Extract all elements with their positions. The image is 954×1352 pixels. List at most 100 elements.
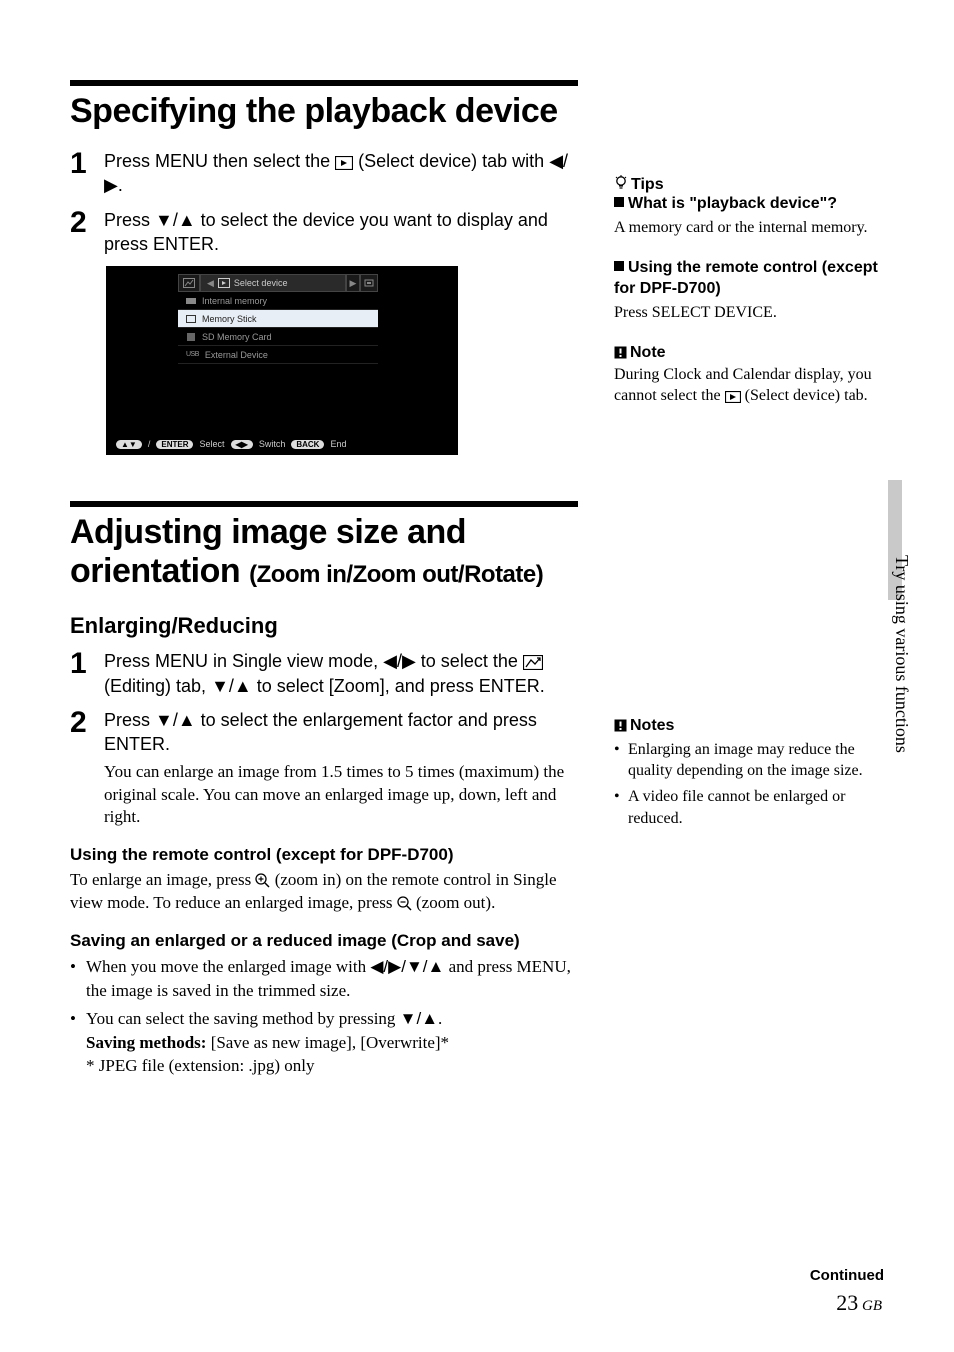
step-body: Press MENU then select the (Select devic… bbox=[104, 149, 578, 198]
step-body: Press ▼/▲ to select the enlargement fact… bbox=[104, 708, 578, 829]
notes-label: Notes bbox=[630, 717, 674, 734]
ss-footer: ▲▼ / ENTER Select ◀▶ Switch BACK End bbox=[116, 439, 346, 449]
heading-adjusting-image-size: Adjusting image size and orientation (Zo… bbox=[70, 501, 578, 591]
heading-specifying-playback-device: Specifying the playback device bbox=[70, 80, 578, 131]
text: (zoom out). bbox=[412, 893, 496, 912]
subheading-remote-control: Using the remote control (except for DPF… bbox=[70, 845, 578, 865]
left-right-arrows: ◀/▶ bbox=[383, 651, 416, 671]
ss-item-sd-card: SD Memory Card bbox=[178, 328, 378, 346]
zoom-out-icon bbox=[397, 893, 412, 912]
step-body: Press MENU in Single view mode, ◀/▶ to s… bbox=[104, 649, 578, 698]
ss-tab-arrow-right: ▶ bbox=[346, 274, 360, 292]
down-up-arrows: ▼/▲ bbox=[400, 1009, 438, 1028]
enlarge-step-2: 2 Press ▼/▲ to select the enlargement fa… bbox=[70, 708, 578, 829]
lightbulb-icon bbox=[614, 175, 628, 191]
down-up-arrows: ▼/▲ bbox=[211, 676, 252, 696]
text: To enlarge an image, press bbox=[70, 870, 255, 889]
remote-body: To enlarge an image, press (zoom in) on … bbox=[70, 869, 578, 915]
subheading-enlarging-reducing: Enlarging/Reducing bbox=[70, 613, 578, 639]
tips-heading: Tips bbox=[614, 175, 894, 194]
notes-block: Notes Enlarging an image may reduce the … bbox=[614, 717, 894, 829]
square-bullet-icon bbox=[614, 197, 624, 207]
ss-item-external-device: USB External Device bbox=[178, 346, 378, 364]
spec-step-1: 1 Press MENU then select the (Select dev… bbox=[70, 149, 578, 198]
tips-question: What is "playback device"? bbox=[614, 194, 894, 215]
ss-tab-label: Select device bbox=[234, 278, 288, 288]
step-number: 1 bbox=[70, 149, 104, 198]
step-number: 2 bbox=[70, 208, 104, 257]
side-remote-block: Using the remote control (except for DPF… bbox=[614, 258, 894, 323]
tips-answer: A memory card or the internal memory. bbox=[614, 217, 894, 239]
note-icon bbox=[614, 719, 627, 732]
saving-methods-values: [Save as new image], [Overwrite]* bbox=[206, 1033, 449, 1052]
ss-item-internal-memory: Internal memory bbox=[178, 292, 378, 310]
side-remote-body: Press SELECT DEVICE. bbox=[614, 302, 894, 324]
step-number: 2 bbox=[70, 708, 104, 829]
select-device-tab-icon bbox=[725, 387, 741, 404]
tips-block: Tips What is "playback device"? A memory… bbox=[614, 175, 894, 238]
ss-enter-pill: ENTER bbox=[156, 440, 193, 449]
crop-footnote: * JPEG file (extension: .jpg) only bbox=[86, 1056, 315, 1075]
text: Press ▼/▲ to select the device you want … bbox=[104, 210, 548, 254]
select-device-tab-icon bbox=[335, 151, 358, 171]
text: You can select the saving method by pres… bbox=[86, 1009, 400, 1028]
ss-item-label: SD Memory Card bbox=[202, 332, 272, 342]
note-label: Note bbox=[630, 344, 666, 361]
crop-bullet-1: When you move the enlarged image with ◀/… bbox=[70, 955, 578, 1003]
editing-tab-icon bbox=[523, 651, 543, 671]
ss-updown-pill: ▲▼ bbox=[116, 440, 142, 449]
ss-tab-editing-icon bbox=[178, 274, 200, 292]
text: (Editing) tab, bbox=[104, 676, 211, 696]
notes-heading: Notes bbox=[614, 717, 894, 735]
device-screenshot: ◀ Select device ▶ Internal memory bbox=[106, 266, 458, 455]
step-extra: You can enlarge an image from 1.5 times … bbox=[104, 761, 578, 830]
notes-item-1: Enlarging an image may reduce the qualit… bbox=[614, 739, 894, 782]
zoom-in-icon bbox=[255, 870, 270, 889]
crop-bullets: When you move the enlarged image with ◀/… bbox=[70, 955, 578, 1078]
ss-tab-select-device: ◀ Select device bbox=[200, 274, 346, 292]
ss-tab-settings-icon bbox=[360, 274, 378, 292]
ss-back-pill: BACK bbox=[291, 440, 324, 449]
side-remote-heading: Using the remote control (except for DPF… bbox=[614, 258, 894, 300]
step-body: Press ▼/▲ to select the device you want … bbox=[104, 208, 578, 257]
main-column: Specifying the playback device 1 Press M… bbox=[70, 80, 578, 1082]
note-heading: Note bbox=[614, 344, 894, 362]
subheading-crop-save: Saving an enlarged or a reduced image (C… bbox=[70, 931, 578, 951]
text: . bbox=[118, 175, 123, 195]
ss-item-label: Internal memory bbox=[202, 296, 267, 306]
continued-label: Continued bbox=[810, 1267, 884, 1284]
notes-list: Enlarging an image may reduce the qualit… bbox=[614, 739, 894, 829]
ss-end-label: End bbox=[330, 439, 346, 449]
ss-item-memory-stick: Memory Stick bbox=[178, 310, 378, 328]
side-column: Tips What is "playback device"? A memory… bbox=[614, 175, 894, 849]
page-number: 23 GB bbox=[836, 1290, 882, 1316]
tips-label: Tips bbox=[631, 176, 664, 193]
ss-lr-pill: ◀▶ bbox=[231, 440, 253, 449]
notes-item-2: A video file cannot be enlarged or reduc… bbox=[614, 786, 894, 829]
text: Press MENU in Single view mode, bbox=[104, 651, 383, 671]
square-bullet-icon bbox=[614, 261, 624, 271]
text: to select [Zoom], and press ENTER. bbox=[252, 676, 545, 696]
text: When you move the enlarged image with bbox=[86, 957, 370, 976]
text: (Select device) tab. bbox=[745, 387, 868, 404]
text: Using the remote control (except for DPF… bbox=[614, 259, 878, 297]
text: Press MENU then select the bbox=[104, 151, 335, 171]
page-lang: GB bbox=[862, 1298, 882, 1314]
text: (Select device) tab with bbox=[358, 151, 549, 171]
text: Press ▼/▲ to select the enlargement fact… bbox=[104, 710, 537, 754]
ss-select-label: Select bbox=[199, 439, 224, 449]
note-block: Note During Clock and Calendar display, … bbox=[614, 344, 894, 407]
enlarge-step-1: 1 Press MENU in Single view mode, ◀/▶ to… bbox=[70, 649, 578, 698]
ss-item-label: Memory Stick bbox=[202, 314, 257, 324]
ss-usb-prefix: USB bbox=[186, 351, 199, 358]
crop-bullet-2: You can select the saving method by pres… bbox=[70, 1007, 578, 1078]
page-number-value: 23 bbox=[836, 1290, 858, 1315]
text: . bbox=[438, 1009, 442, 1028]
note-icon bbox=[614, 346, 627, 359]
note-body: During Clock and Calendar display, you c… bbox=[614, 364, 894, 407]
step-number: 1 bbox=[70, 649, 104, 698]
text: to select the bbox=[416, 651, 523, 671]
saving-methods-label: Saving methods: bbox=[86, 1033, 206, 1052]
vertical-section-label: Try using various functions bbox=[891, 555, 912, 753]
text: What is "playback device"? bbox=[628, 195, 837, 212]
